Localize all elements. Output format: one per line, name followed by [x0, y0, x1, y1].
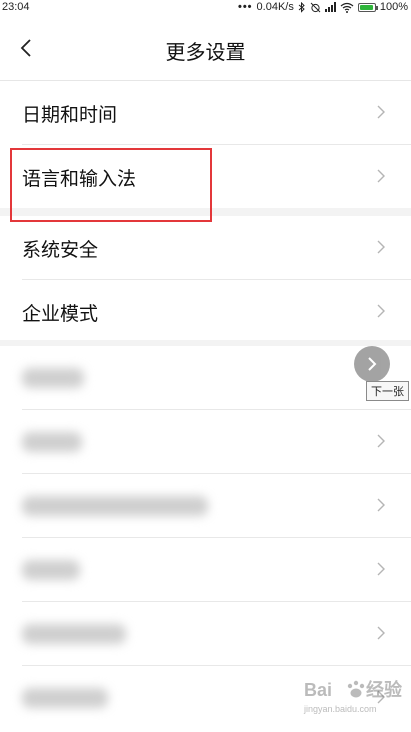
svg-text:经验: 经验 [366, 679, 403, 700]
settings-item-enterprise-mode[interactable]: 企业模式 [0, 280, 411, 343]
header: 更多设置 [0, 16, 411, 81]
blurred-label [22, 496, 208, 516]
blurred-label [22, 368, 84, 388]
blurred-item[interactable] [0, 474, 411, 537]
settings-item-system-security[interactable]: 系统安全 [0, 216, 411, 279]
chevron-right-icon [377, 434, 385, 448]
blurred-item[interactable] [0, 346, 411, 409]
blurred-item[interactable] [0, 602, 411, 665]
baidu-watermark: Bai 经验 jingyan.baidu.com [302, 676, 408, 716]
chevron-right-icon [377, 169, 385, 183]
chevron-right-icon [377, 240, 385, 254]
svg-text:Bai: Bai [304, 680, 332, 700]
chevron-right-icon [377, 626, 385, 640]
battery-icon [357, 2, 378, 12]
chevron-right-icon [377, 562, 385, 576]
status-icons: ••• 0.04K/s 100% [238, 1, 408, 13]
next-image-tooltip: 下一张 [366, 381, 409, 401]
watermark-url: jingyan.baidu.com [304, 704, 377, 714]
chevron-right-icon [377, 304, 385, 318]
blurred-settings-list [0, 346, 411, 732]
blurred-item[interactable] [0, 410, 411, 473]
highlight-box [10, 148, 212, 222]
baidu-logo-icon: Bai 经验 [304, 679, 403, 700]
next-image-button[interactable] [354, 346, 390, 382]
net-speed: 0.04K/s [256, 1, 294, 13]
status-time: 23:04 [2, 1, 30, 13]
blurred-item[interactable] [0, 538, 411, 601]
blurred-label [22, 432, 82, 452]
alarm-off-icon [310, 2, 321, 12]
settings-item-label: 日期和时间 [22, 104, 118, 126]
battery-percent: 100% [379, 1, 408, 13]
blurred-label [22, 688, 108, 708]
bluetooth-icon [298, 1, 305, 13]
chevron-right-icon [377, 498, 385, 512]
status-bar: 23:04 ••• 0.04K/s 100% [0, 0, 411, 16]
chevron-right-icon [368, 357, 377, 371]
more-dots-icon: ••• [237, 1, 253, 13]
blurred-label [22, 624, 126, 644]
settings-item-label: 企业模式 [22, 303, 99, 325]
blurred-label [22, 560, 80, 580]
settings-item-date-time[interactable]: 日期和时间 [0, 81, 411, 144]
chevron-right-icon [377, 105, 385, 119]
settings-item-label: 系统安全 [22, 239, 99, 261]
signal-icon [324, 2, 336, 12]
page-title: 更多设置 [165, 40, 246, 64]
wifi-icon [340, 2, 354, 13]
